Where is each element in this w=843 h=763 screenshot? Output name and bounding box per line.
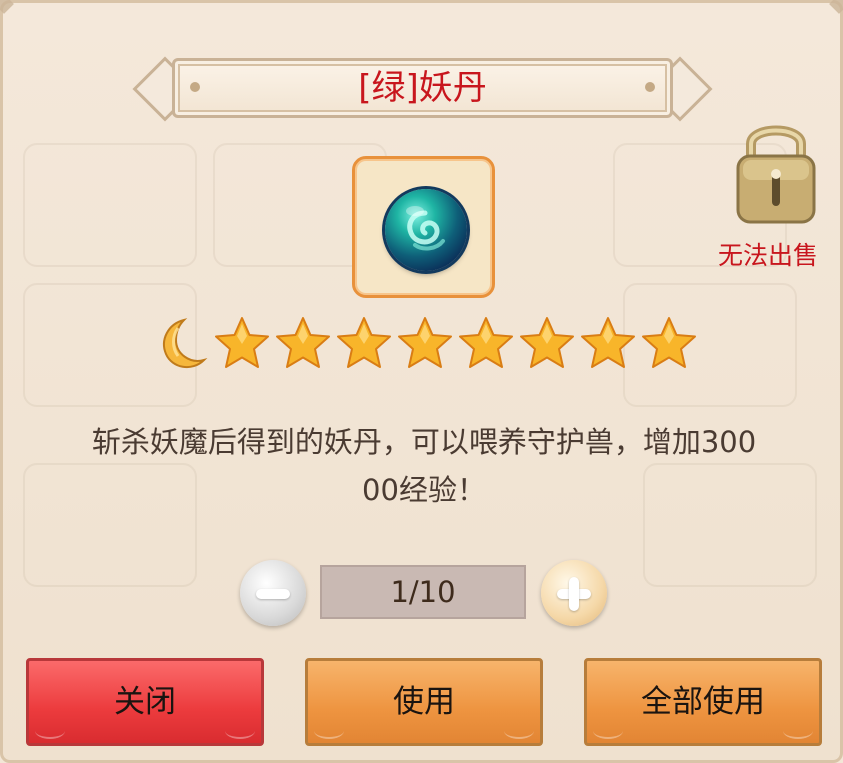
star-icon (517, 314, 577, 374)
quantity-display[interactable]: 1/10 (320, 565, 526, 619)
plus-icon-vertical (569, 577, 579, 611)
description-line: 00经验！ (362, 473, 486, 507)
corner-ornament (829, 0, 843, 14)
lock-icon (733, 110, 819, 230)
description-line: 斩杀妖魔后得到的妖丹，可以喂养守护兽，增加300 (91, 425, 757, 459)
button-ornament (35, 723, 65, 739)
star-icon (273, 314, 333, 374)
background-slot (23, 143, 197, 267)
moon-icon (150, 314, 210, 374)
star-icon (639, 314, 699, 374)
decrease-quantity-button[interactable] (240, 560, 306, 626)
star-icon (456, 314, 516, 374)
minus-icon (256, 589, 290, 599)
close-button-label: 关闭 (114, 684, 176, 720)
button-ornament (314, 723, 344, 739)
star-icon (334, 314, 394, 374)
close-button[interactable]: 关闭 (26, 658, 264, 746)
star-icon (578, 314, 638, 374)
no-sale-label: 无法出售 (718, 241, 819, 270)
use-button-label: 使用 (393, 684, 455, 720)
button-ornament (783, 723, 813, 739)
increase-quantity-button[interactable] (541, 560, 607, 626)
button-ornament (504, 723, 534, 739)
use-all-button-label: 全部使用 (641, 684, 765, 720)
item-icon-frame (352, 156, 495, 298)
corner-ornament (0, 0, 14, 14)
item-description: 斩杀妖魔后得到的妖丹，可以喂养守护兽，增加300 00经验！ (24, 418, 824, 514)
star-icon (395, 314, 455, 374)
use-button[interactable]: 使用 (305, 658, 543, 746)
title-banner: [绿]妖丹 (130, 52, 715, 124)
green-demon-pill-orb-icon (385, 189, 467, 271)
item-title: [绿]妖丹 (358, 68, 487, 108)
star-icon (212, 314, 272, 374)
use-all-button[interactable]: 全部使用 (584, 658, 822, 746)
button-ornament (593, 723, 623, 739)
button-ornament (225, 723, 255, 739)
